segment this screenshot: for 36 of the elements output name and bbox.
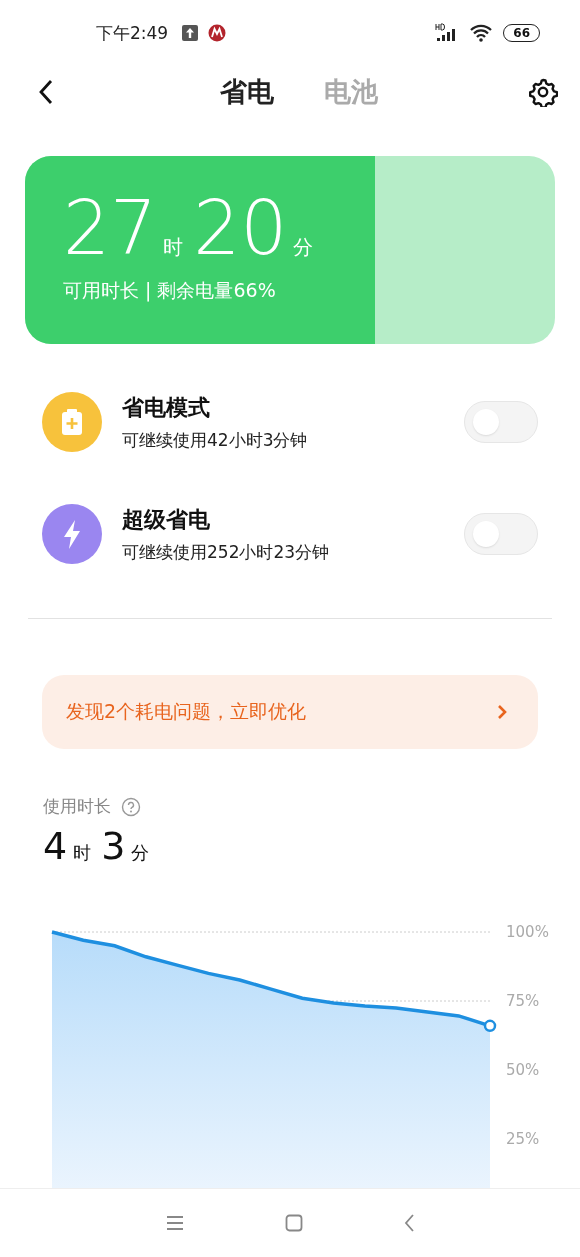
- back-nav-icon[interactable]: [403, 1213, 415, 1233]
- mode-subtitle: 可继续使用42小时3分钟: [122, 428, 309, 452]
- tab[interactable]: 电池: [324, 74, 378, 110]
- mode-title: 省电模式: [122, 393, 211, 422]
- hours-unit: 时: [163, 234, 184, 261]
- axis-tick-label: 50%: [506, 1061, 540, 1079]
- status-time: 下午2:49: [96, 21, 169, 45]
- optimize-banner[interactable]: 发现2个耗电问题，立即优化: [42, 675, 538, 749]
- usage-minutes-unit: 分: [131, 841, 150, 865]
- toggle-switch[interactable]: [464, 513, 538, 555]
- battery-plus-icon: [42, 392, 102, 452]
- axis-tick-label: 100%: [506, 923, 549, 941]
- hours-value: 27: [63, 188, 158, 268]
- usage-hours: 4: [43, 824, 68, 868]
- end-point: [483, 1019, 497, 1033]
- upload-icon: [182, 25, 199, 41]
- tab[interactable]: 省电: [220, 74, 274, 110]
- axis-tick-label: 75%: [506, 992, 540, 1010]
- battery-caption: 可用时长 | 剩余电量66%: [63, 278, 277, 304]
- chevron-right-icon: [496, 703, 508, 721]
- mode-subtitle: 可继续使用252小时23分钟: [122, 540, 331, 564]
- home-icon[interactable]: [285, 1214, 303, 1232]
- usage-hours-unit: 时: [73, 841, 92, 865]
- help-icon[interactable]: [121, 796, 141, 817]
- wifi-icon: [469, 23, 494, 43]
- usage-minutes: 3: [101, 824, 126, 868]
- app-notification-icon: [208, 24, 227, 42]
- settings-icon[interactable]: [528, 77, 558, 107]
- minutes-value: 20: [193, 188, 288, 268]
- mode-title: 超级省电: [122, 505, 211, 534]
- lightning-icon: [42, 504, 102, 564]
- axis-tick-label: 25%: [506, 1130, 540, 1148]
- toggle-switch[interactable]: [464, 401, 538, 443]
- usage-label: 使用时长: [43, 795, 111, 818]
- minutes-unit: 分: [293, 234, 314, 261]
- menu-icon[interactable]: [165, 1215, 185, 1231]
